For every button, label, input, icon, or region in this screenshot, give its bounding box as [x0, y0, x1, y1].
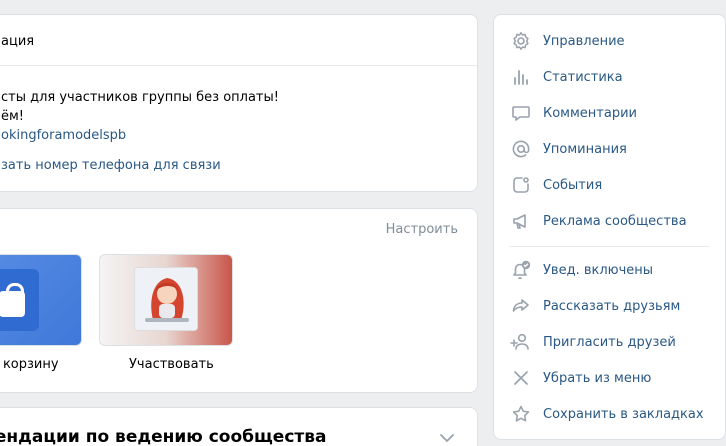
at-icon — [510, 138, 532, 160]
recommendations-title: мендации по ведению сообщества — [0, 427, 327, 446]
menu-item-remove[interactable]: Убрать из меню — [510, 366, 651, 390]
info-line-2: ём! — [1, 109, 25, 124]
events-icon — [510, 174, 532, 196]
menu-item-label: Сохранить в закладках — [543, 406, 704, 422]
menu-item-notifications[interactable]: Увед. включены — [510, 258, 653, 282]
menu-divider — [510, 246, 709, 247]
menu-item-bookmark[interactable]: Сохранить в закладках — [510, 402, 704, 426]
info-link[interactable]: okingforamodelspb — [1, 126, 477, 145]
menu-item-label: Управление — [543, 33, 625, 49]
menu-item-label: Реклама сообщества — [543, 213, 687, 229]
close-icon — [510, 367, 532, 389]
shopping-bag-icon — [0, 283, 25, 317]
menu-item-label: Комментарии — [543, 105, 637, 121]
menu-item-mentions[interactable]: Упоминания — [510, 137, 627, 161]
recommendations-card[interactable]: мендации по ведению сообщества — [0, 407, 478, 446]
menu-item-comments[interactable]: Комментарии — [510, 101, 637, 125]
menu-item-ads[interactable]: Реклама сообщества — [510, 209, 687, 233]
megaphone-icon — [510, 210, 532, 232]
menu-item-label: Пригласить друзей — [543, 334, 676, 350]
setup-link[interactable]: Настроить — [386, 222, 458, 237]
stats-icon — [510, 66, 532, 88]
add-to-cart-label[interactable]: ти в корзину — [0, 357, 59, 372]
gear-icon — [510, 30, 532, 52]
menu-item-share[interactable]: Рассказать друзьям — [510, 294, 680, 318]
menu-item-label: Убрать из меню — [543, 370, 652, 386]
community-menu: Управление Статистика Комментарии Упомин… — [493, 14, 726, 440]
menu-item-label: События — [543, 177, 603, 193]
bell-check-icon — [510, 259, 532, 281]
participate-tile[interactable] — [99, 254, 233, 346]
community-page: ация сты для участников группы без оплат… — [0, 0, 726, 446]
menu-item-label: Увед. включены — [543, 262, 654, 278]
participate-label[interactable]: Участвовать — [129, 357, 214, 372]
menu-item-invite[interactable]: Пригласить друзей — [510, 330, 676, 354]
share-icon — [510, 295, 532, 317]
chevron-down-icon[interactable] — [439, 428, 455, 446]
actions-card: Настроить ти в корзину Участвовать — [0, 208, 478, 393]
menu-item-events[interactable]: События — [510, 173, 602, 197]
star-icon — [510, 403, 532, 425]
comment-icon — [510, 102, 532, 124]
add-phone-link[interactable]: зать номер телефона для связи — [1, 156, 477, 175]
menu-item-label: Рассказать друзьям — [543, 298, 681, 314]
add-user-icon — [510, 331, 532, 353]
menu-item-label: Статистика — [543, 69, 623, 85]
info-line-1: сты для участников группы без оплаты! — [1, 90, 279, 105]
info-card-header: ация — [0, 15, 477, 66]
girl-illustration — [134, 267, 198, 331]
add-to-cart-tile[interactable] — [0, 254, 82, 346]
menu-item-label: Упоминания — [543, 141, 627, 157]
info-card: ация сты для участников группы без оплат… — [0, 14, 478, 192]
menu-item-stats[interactable]: Статистика — [510, 65, 623, 89]
menu-item-manage[interactable]: Управление — [510, 29, 625, 53]
